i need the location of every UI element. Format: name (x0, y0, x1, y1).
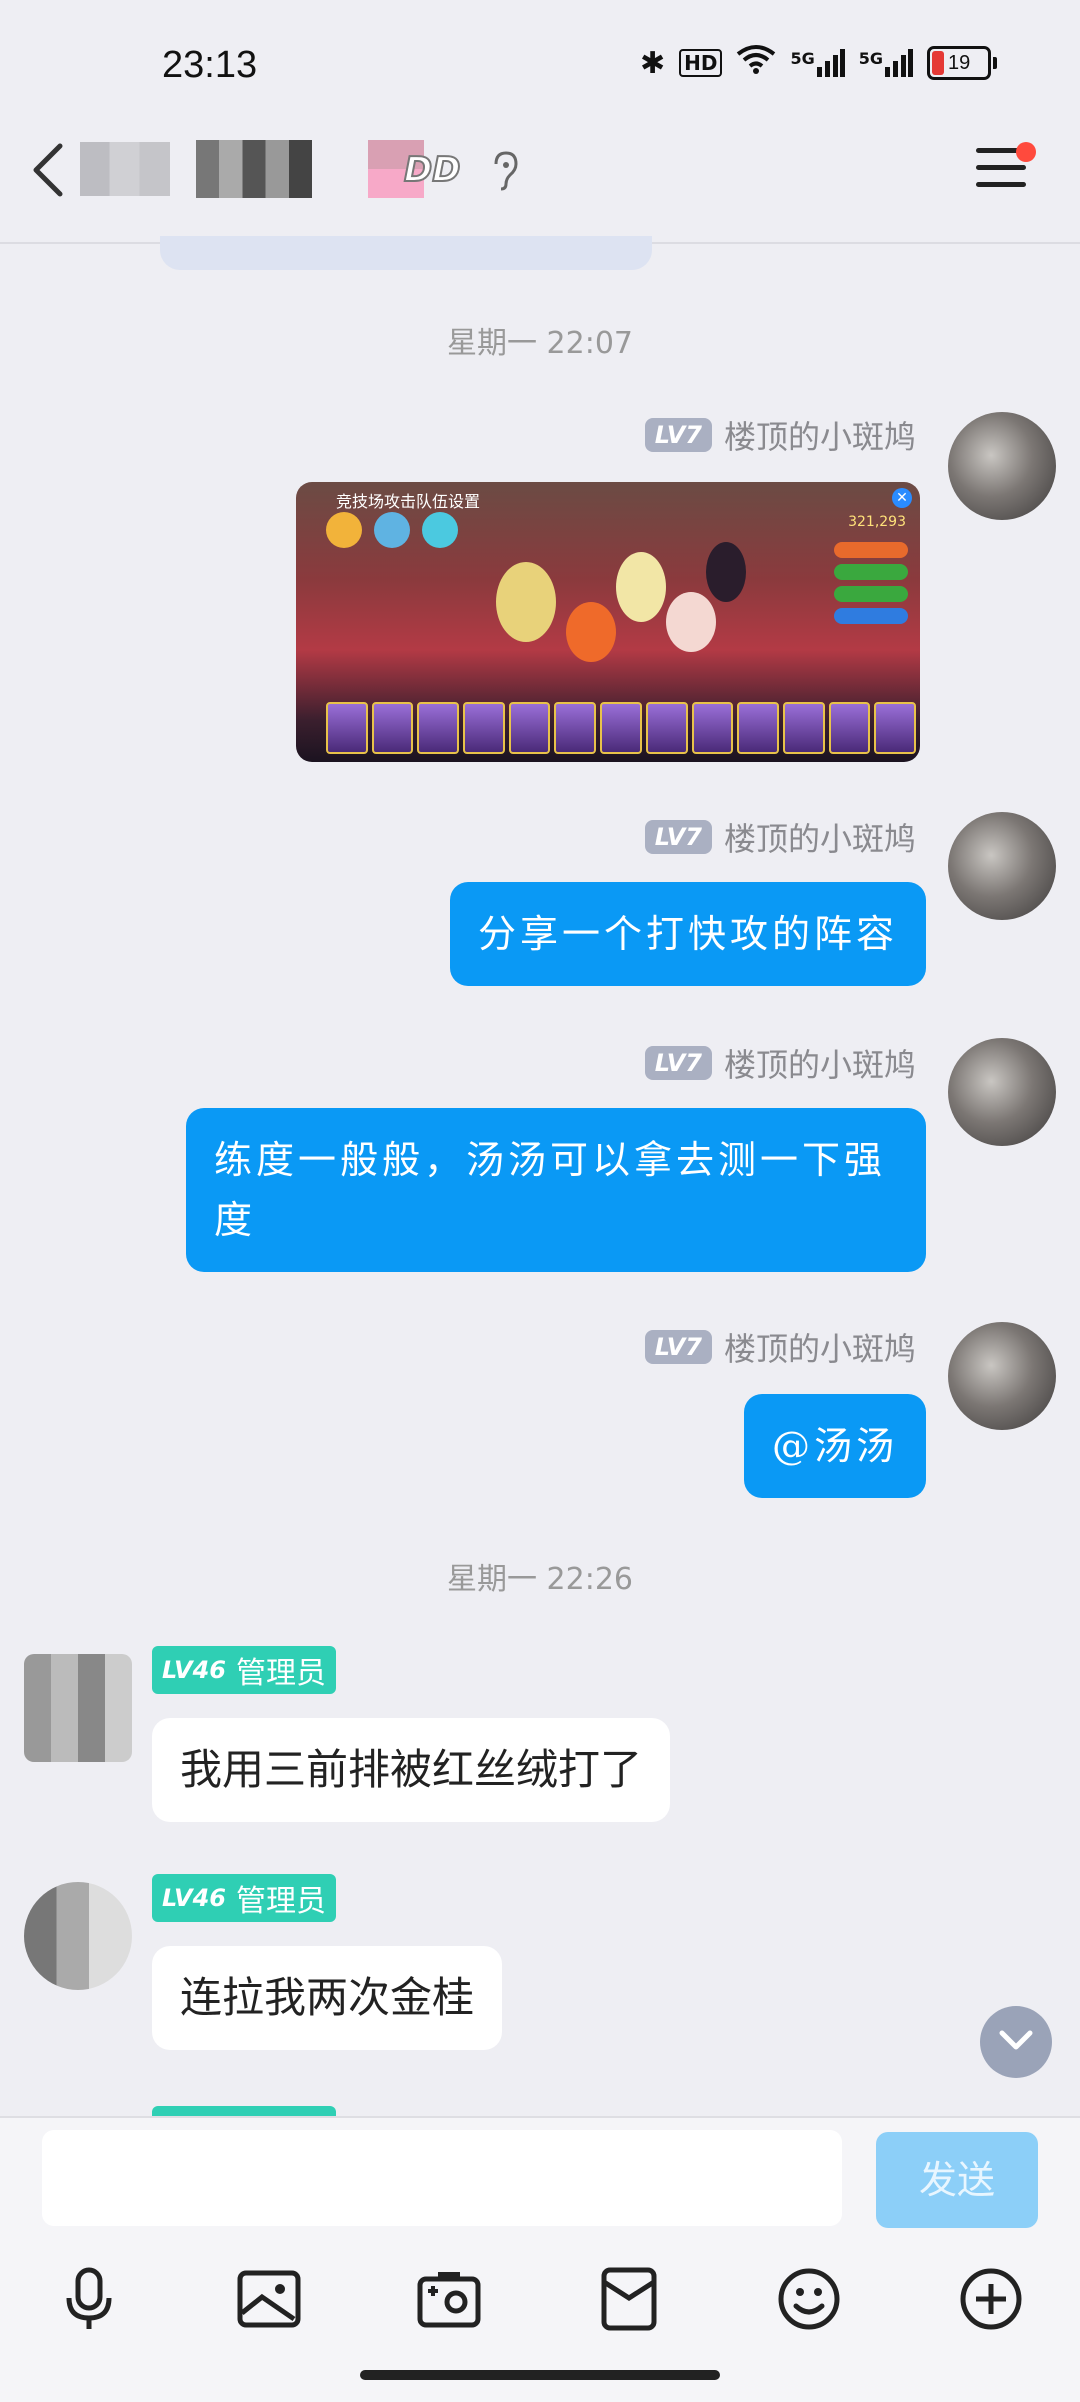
avatar[interactable] (948, 1322, 1056, 1430)
status-time: 23:13 (162, 44, 258, 86)
avatar[interactable] (948, 412, 1056, 520)
sender-line: LV7 楼顶的小斑鸠 (644, 814, 916, 860)
wifi-icon (736, 44, 776, 82)
level-badge: LV7 (644, 418, 712, 452)
battery-icon: 19 (927, 46, 998, 80)
admin-badge: LV46 管理员 (152, 1646, 336, 1694)
sender-name[interactable]: 楼顶的小斑鸠 (724, 814, 916, 860)
role-label: 管理员 (235, 1884, 326, 1919)
image-card-row (326, 702, 916, 754)
message-bubble[interactable]: 练度一般般，汤汤可以拿去测一下强度 (186, 1108, 926, 1272)
group-name-mosaic-2[interactable] (196, 140, 312, 198)
signal-5g-icon-1: 5G (790, 49, 845, 77)
sender-line: LV7 楼顶的小斑鸠 (644, 1040, 916, 1086)
image-gold: 321,293 (848, 514, 906, 530)
avatar[interactable] (948, 1038, 1056, 1146)
close-icon: ✕ (892, 488, 912, 508)
emoji-icon[interactable] (774, 2264, 844, 2334)
image-icon[interactable] (234, 2264, 304, 2334)
next-admin-badge (152, 2106, 336, 2116)
sender-line: LV7 楼顶的小斑鸠 (644, 1324, 916, 1370)
message-bubble[interactable]: 连拉我两次金桂 (152, 1946, 503, 2050)
avatar[interactable] (948, 812, 1056, 920)
notification-dot (1016, 142, 1036, 162)
level-badge: LV7 (644, 1046, 712, 1080)
avatar[interactable] (24, 1882, 132, 1990)
timestamp: 星期一 22:07 (447, 326, 633, 361)
admin-badge: LV46 管理员 (152, 1874, 336, 1922)
hd-icon: HD (679, 49, 723, 77)
earpiece-icon[interactable] (490, 150, 520, 196)
level-badge: LV46 (162, 1656, 226, 1684)
microphone-icon[interactable] (54, 2264, 124, 2334)
sender-line: LV7 楼顶的小斑鸠 (644, 412, 916, 458)
message-bubble[interactable]: 分享一个打快攻的阵容 (449, 882, 926, 986)
sender-name[interactable]: 楼顶的小斑鸠 (724, 412, 916, 458)
signal-5g-icon-2: 5G (859, 49, 914, 77)
sender-name[interactable]: 楼顶的小斑鸠 (724, 1324, 916, 1370)
red-packet-icon[interactable] (594, 2264, 664, 2334)
level-badge: LV7 (644, 820, 712, 854)
image-buttons (834, 542, 908, 624)
group-name-mosaic[interactable] (80, 142, 170, 196)
scroll-down-button[interactable] (980, 2006, 1052, 2078)
dd-badge: DD (403, 149, 461, 191)
message-input[interactable] (42, 2130, 842, 2226)
shared-image[interactable]: 竞技场攻击队伍设置 ✕ 321,293 (296, 482, 920, 762)
level-badge: LV46 (162, 1884, 226, 1912)
message-bubble[interactable]: @汤汤 (743, 1394, 926, 1498)
level-badge: LV7 (644, 1330, 712, 1364)
previous-message-bubble (160, 236, 652, 270)
message-bubble[interactable]: 我用三前排被红丝绒打了 (152, 1718, 671, 1822)
back-icon[interactable] (30, 140, 66, 210)
home-indicator[interactable] (360, 2370, 720, 2380)
status-icons: ✱ HD 5G 5G 19 (640, 44, 998, 82)
timestamp: 星期一 22:26 (447, 1562, 633, 1597)
avatar[interactable] (24, 1654, 132, 1762)
bluetooth-icon: ✱ (640, 45, 666, 81)
role-label: 管理员 (235, 1656, 326, 1691)
sender-name[interactable]: 楼顶的小斑鸠 (724, 1040, 916, 1086)
send-button[interactable]: 发送 (876, 2132, 1038, 2228)
image-title: 竞技场攻击队伍设置 (336, 492, 481, 511)
camera-icon[interactable] (414, 2264, 484, 2334)
plus-icon[interactable] (956, 2264, 1026, 2334)
